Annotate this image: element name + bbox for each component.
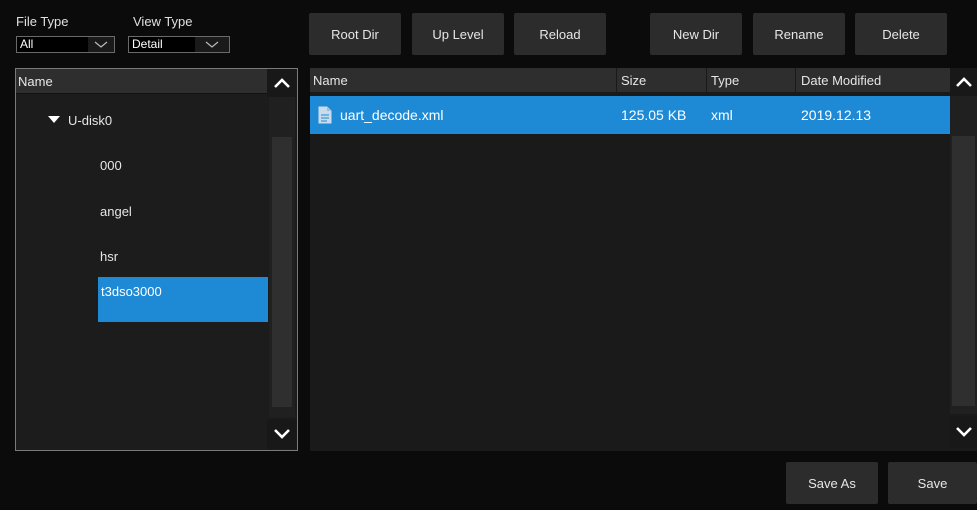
column-header-date-modified[interactable]: Date Modified (801, 68, 881, 92)
save-button[interactable]: Save (888, 462, 977, 504)
table-row[interactable]: uart_decode.xml 125.05 KB xml 2019.12.13 (310, 96, 950, 134)
file-type: xml (711, 107, 733, 123)
chevron-down-icon (195, 37, 229, 52)
chevron-down-icon (955, 427, 972, 437)
tree-header-label: Name (18, 74, 53, 89)
list-scrollbar[interactable] (950, 96, 977, 414)
tree-item-label: angel (100, 203, 132, 219)
list-scroll-up-button[interactable] (950, 68, 977, 96)
file-date-modified: 2019.12.13 (801, 107, 872, 123)
tree-item-angel[interactable]: angel (100, 200, 250, 222)
chevron-down-icon (274, 429, 290, 439)
file-type-select[interactable]: All (16, 36, 115, 53)
file-type-value: All (17, 37, 88, 52)
file-name: uart_decode.xml (340, 107, 444, 123)
tree-scroll-down-button[interactable] (267, 419, 297, 449)
tree-item-hsr[interactable]: hsr (100, 245, 250, 267)
chevron-down-icon (88, 37, 114, 52)
tree-item-label: hsr (100, 248, 119, 264)
reload-button[interactable]: Reload (514, 13, 606, 55)
file-size: 125.05 KB (621, 107, 687, 123)
column-header-type[interactable]: Type (711, 68, 739, 92)
up-level-button[interactable]: Up Level (412, 13, 504, 55)
root-dir-button[interactable]: Root Dir (309, 13, 401, 55)
delete-button[interactable]: Delete (855, 13, 947, 55)
tree-item-000[interactable]: 000 (100, 154, 250, 176)
tree-item-u-disk0[interactable]: U-disk0 (48, 109, 228, 131)
column-divider (616, 68, 617, 92)
tree-item-label: U-disk0 (68, 112, 113, 128)
tree-item-label: 000 (100, 157, 122, 173)
tree-scrollbar[interactable] (269, 97, 295, 417)
list-scroll-down-button[interactable] (950, 416, 977, 448)
tree-item-t3dso3000[interactable]: t3dso3000 (98, 277, 268, 322)
file-list: Name Size Type Date Modified uart_decode… (310, 68, 977, 451)
document-icon (318, 96, 332, 134)
save-as-button[interactable]: Save As (786, 462, 878, 504)
chevron-up-icon (274, 78, 290, 88)
directory-tree: Name U-disk0 000 angel hsr t3dso3000 (15, 68, 298, 451)
column-divider (706, 68, 707, 92)
tree-scroll-thumb[interactable] (272, 137, 292, 407)
file-type-label: File Type (16, 14, 69, 29)
tree-header: Name (16, 69, 267, 94)
column-divider (795, 68, 796, 92)
tree-item-label: t3dso3000 (101, 284, 162, 299)
list-scroll-thumb[interactable] (952, 136, 975, 406)
new-dir-button[interactable]: New Dir (650, 13, 742, 55)
view-type-select[interactable]: Detail (128, 36, 230, 53)
file-list-header: Name Size Type Date Modified (310, 68, 950, 92)
view-type-label: View Type (133, 14, 193, 29)
column-header-size[interactable]: Size (621, 68, 646, 92)
view-type-value: Detail (129, 37, 195, 52)
rename-button[interactable]: Rename (753, 13, 845, 55)
caret-down-icon (48, 116, 60, 123)
chevron-up-icon (955, 77, 972, 87)
tree-scroll-up-button[interactable] (267, 69, 297, 97)
column-header-name[interactable]: Name (313, 68, 348, 92)
